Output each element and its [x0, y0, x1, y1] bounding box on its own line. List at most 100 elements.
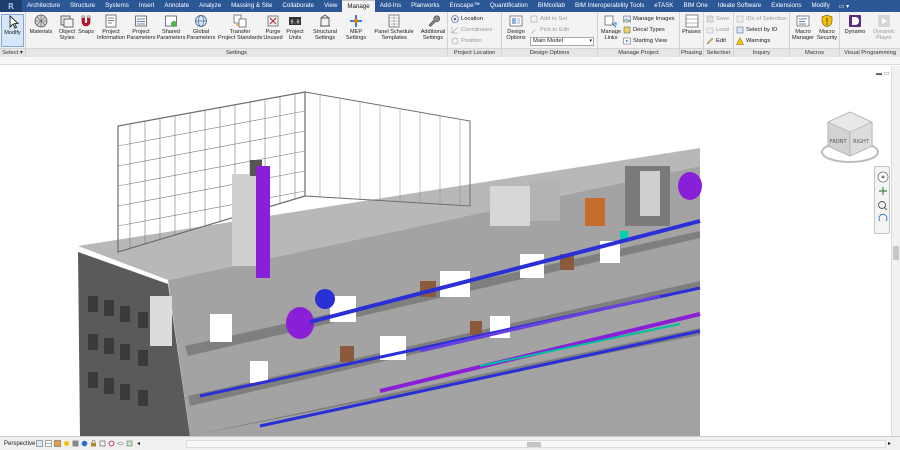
- vertical-scrollbar[interactable]: [891, 66, 900, 436]
- visual-style-icon[interactable]: [54, 440, 61, 447]
- pan-icon[interactable]: [879, 187, 887, 195]
- sun-path-icon[interactable]: [63, 440, 70, 447]
- tab-massing-site[interactable]: Massing & Site: [226, 0, 277, 12]
- coordinates-button[interactable]: Coordinates: [451, 25, 492, 35]
- position-button[interactable]: Position: [451, 36, 482, 46]
- dynamo-player-button[interactable]: Dynamic Player: [870, 14, 898, 47]
- tab-modify[interactable]: Modify: [807, 0, 835, 12]
- tab-annotate[interactable]: Annotate: [159, 0, 194, 12]
- tab-planworks[interactable]: Planworks: [406, 0, 445, 12]
- global-parameters-button[interactable]: Global Parameters: [186, 14, 216, 47]
- horizontal-scroll-thumb[interactable]: [527, 442, 541, 447]
- shared-parameters-button[interactable]: Shared Parameters: [156, 14, 186, 47]
- save-selection-button[interactable]: Save: [706, 14, 729, 24]
- materials-button[interactable]: Materials: [28, 14, 54, 47]
- add-to-set-button[interactable]: Add to Set: [530, 14, 567, 24]
- phases-button[interactable]: Phases: [680, 14, 703, 47]
- tab-bim-one[interactable]: BIM One: [678, 0, 712, 12]
- application-menu-button[interactable]: R: [0, 0, 22, 12]
- view-control-bar: Perspective ◂ ▸: [0, 436, 900, 450]
- starting-view-button[interactable]: Starting View: [623, 36, 667, 46]
- panel-settings: Materials Object Styles Snaps Project In…: [26, 12, 448, 57]
- hide-isolate-icon[interactable]: [108, 440, 115, 447]
- tab-systems[interactable]: Systems: [100, 0, 134, 12]
- viewcube[interactable]: FRONT RIGHT: [818, 106, 882, 170]
- transfer-project-standards-button[interactable]: Transfer Project Standards: [218, 14, 262, 47]
- zoom-icon[interactable]: [878, 201, 886, 209]
- ids-of-selection-button[interactable]: IDs of Selection: [736, 14, 787, 24]
- tab-add-ins[interactable]: Add-Ins: [375, 0, 406, 12]
- modify-button[interactable]: Modify: [1, 14, 24, 47]
- manage-links-button[interactable]: Manage Links: [599, 14, 623, 47]
- tab-quantification[interactable]: Quantification: [485, 0, 533, 12]
- purge-unused-button[interactable]: Purge Unused: [262, 14, 284, 47]
- structural-settings-button[interactable]: Structural Settings: [310, 14, 340, 47]
- tab-bim-interoperability-tools[interactable]: BIM Interoperability Tools: [570, 0, 649, 12]
- orbit-icon[interactable]: [878, 213, 888, 222]
- building-model[interactable]: [0, 66, 890, 436]
- macro-security-button[interactable]: Macro Security: [815, 14, 839, 47]
- tab-enscape[interactable]: Enscape™: [445, 0, 485, 12]
- decal-types-button[interactable]: Decal Types: [623, 25, 665, 35]
- location-icon: [451, 15, 459, 23]
- analytical-model-icon[interactable]: [126, 440, 133, 447]
- tab-analyze[interactable]: Analyze: [194, 0, 226, 12]
- tab-etask[interactable]: eTASK: [649, 0, 678, 12]
- manage-images-button[interactable]: Manage Images: [623, 14, 675, 24]
- tab-manage[interactable]: Manage: [342, 0, 375, 12]
- transfer-standards-icon: [233, 14, 247, 28]
- load-selection-button[interactable]: Load: [706, 25, 729, 35]
- mep-settings-button[interactable]: MEP Settings: [342, 14, 370, 47]
- shadows-icon[interactable]: [72, 440, 79, 447]
- crop-view-icon[interactable]: [99, 440, 106, 447]
- panel-title-inquiry: Inquiry: [734, 48, 789, 57]
- scroll-right-arrow[interactable]: ▸: [888, 440, 891, 447]
- mep-settings-icon: [350, 15, 362, 27]
- pick-to-edit-button[interactable]: Pick to Edit: [530, 25, 569, 35]
- design-options-button[interactable]: Design Options: [504, 14, 528, 47]
- lock-view-icon[interactable]: [90, 440, 97, 447]
- tab-structure[interactable]: Structure: [65, 0, 100, 12]
- additional-settings-button[interactable]: Additional Settings: [418, 14, 448, 47]
- horizontal-scrollbar[interactable]: [186, 440, 886, 448]
- panel-title-visual-programming: Visual Programming: [840, 48, 900, 57]
- 3d-viewport[interactable]: ▬ ▭ ✕ FRONT RIGHT: [0, 66, 900, 436]
- tab-options-icon[interactable]: ▭ ▾: [839, 3, 849, 10]
- vertical-scroll-thumb[interactable]: [893, 246, 899, 260]
- tab-bimcollab[interactable]: BIMcollab: [533, 0, 570, 12]
- edit-selection-button[interactable]: Edit: [706, 36, 726, 46]
- location-button[interactable]: Location: [451, 14, 483, 24]
- tab-view[interactable]: View: [319, 0, 342, 12]
- project-units-button[interactable]: 0.0 Project Units: [284, 14, 306, 47]
- tab-architecture[interactable]: Architecture: [22, 0, 65, 12]
- panel-title-phasing: Phasing: [680, 48, 703, 57]
- select-by-id-icon: [736, 26, 744, 34]
- design-option-selector[interactable]: Main Model ▾: [530, 37, 594, 46]
- panel-design-options: Design Options Add to Set Pick to Edit M…: [502, 12, 598, 57]
- warnings-button[interactable]: Warnings: [736, 36, 770, 46]
- panel-title-select[interactable]: Select ▾: [0, 48, 25, 57]
- image-icon: [623, 15, 631, 23]
- project-information-button[interactable]: Project Information: [96, 14, 126, 47]
- scale-icon[interactable]: [36, 440, 43, 447]
- panel-title-design-options: Design Options: [502, 48, 597, 57]
- select-by-id-button[interactable]: Select by ID: [736, 25, 777, 35]
- panel-schedule-templates-button[interactable]: Panel Schedule Templates: [372, 14, 416, 47]
- tab-collaborate[interactable]: Collaborate: [277, 0, 319, 12]
- units-icon: 0.0: [289, 17, 301, 26]
- edit-icon: [706, 37, 714, 45]
- snaps-button[interactable]: Snaps: [76, 14, 96, 47]
- reveal-hidden-icon[interactable]: [117, 440, 124, 447]
- tab-insert[interactable]: Insert: [134, 0, 159, 12]
- macro-manager-button[interactable]: Macro Manager: [791, 14, 815, 47]
- tab-ideate-software[interactable]: Ideate Software: [713, 0, 766, 12]
- purge-icon: [267, 15, 279, 27]
- panel-visual-programming: Dynamo Dynamic Player Visual Programming: [840, 12, 900, 57]
- structural-settings-icon: [320, 14, 330, 27]
- tab-extensions[interactable]: Extensions: [766, 0, 806, 12]
- scroll-left-arrow[interactable]: ◂: [137, 440, 140, 447]
- render-icon[interactable]: [81, 440, 88, 447]
- detail-level-icon[interactable]: [45, 440, 52, 447]
- dynamo-button[interactable]: Dynamo: [842, 14, 868, 47]
- project-parameters-button[interactable]: Project Parameters: [126, 14, 156, 47]
